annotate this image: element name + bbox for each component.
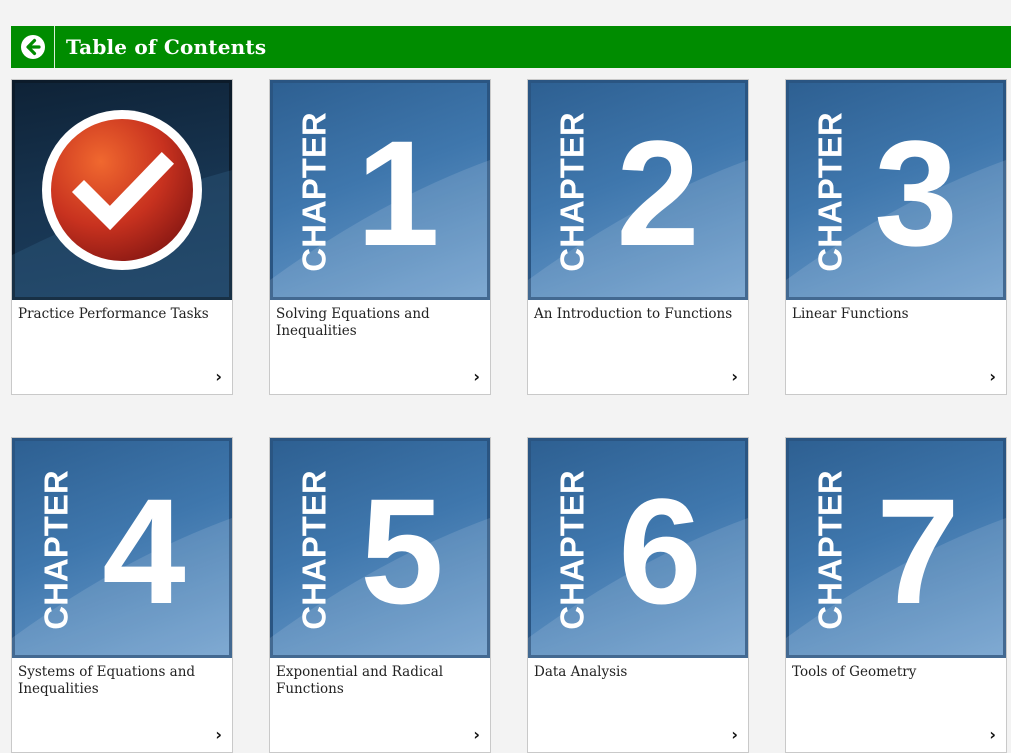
card-chapter-7[interactable]: CHAPTER 7 Tools of Geometry ›: [785, 437, 1007, 753]
card-title: Linear Functions: [792, 306, 909, 322]
chapter-label: CHAPTER: [812, 112, 849, 272]
card-title: Systems of Equations and Inequalities: [18, 664, 196, 697]
card-thumbnail: CHAPTER 2: [528, 80, 748, 300]
chapter-label: CHAPTER: [554, 112, 591, 272]
chapter-label: CHAPTER: [38, 470, 75, 630]
chapter-label: CHAPTER: [554, 470, 591, 630]
card-title: Data Analysis: [534, 664, 628, 680]
card-title: An Introduction to Functions: [534, 306, 733, 322]
card-title: Practice Performance Tasks: [18, 306, 209, 322]
chapter-number: 6: [618, 467, 701, 635]
chapter-grid: Practice Performance Tasks › CHAPTER 1 S…: [0, 0, 1011, 753]
card-chapter-2[interactable]: CHAPTER 2 An Introduction to Functions ›: [527, 79, 749, 395]
card-chapter-4[interactable]: CHAPTER 4 Systems of Equations and Inequ…: [11, 437, 233, 753]
checkmark-badge-icon: [12, 110, 232, 300]
chapter-label: CHAPTER: [296, 470, 333, 630]
chapter-label: CHAPTER: [812, 470, 849, 630]
chevron-right-icon: ›: [215, 367, 222, 386]
chevron-right-icon: ›: [989, 367, 996, 386]
chevron-right-icon: ›: [731, 367, 738, 386]
card-thumbnail: CHAPTER 1: [270, 80, 490, 300]
card-chapter-5[interactable]: CHAPTER 5 Exponential and Radical Functi…: [269, 437, 491, 753]
card-thumbnail: CHAPTER 5: [270, 438, 490, 658]
card-chapter-1[interactable]: CHAPTER 1 Solving Equations and Inequali…: [269, 79, 491, 395]
card-thumbnail: CHAPTER 4: [12, 438, 232, 658]
chapter-number: 3: [874, 109, 957, 277]
chapter-number: 5: [360, 467, 443, 635]
chevron-right-icon: ›: [215, 725, 222, 744]
chevron-right-icon: ›: [731, 725, 738, 744]
card-chapter-6[interactable]: CHAPTER 6 Data Analysis ›: [527, 437, 749, 753]
card-thumbnail: [12, 80, 232, 300]
card-practice-performance-tasks[interactable]: Practice Performance Tasks ›: [11, 79, 233, 395]
chevron-right-icon: ›: [989, 725, 996, 744]
card-title: Tools of Geometry: [792, 664, 917, 680]
card-title: Solving Equations and Inequalities: [276, 306, 430, 339]
card-title: Exponential and Radical Functions: [276, 664, 444, 697]
card-thumbnail: CHAPTER 7: [786, 438, 1006, 658]
card-thumbnail: CHAPTER 3: [786, 80, 1006, 300]
chapter-label: CHAPTER: [296, 112, 333, 272]
card-chapter-3[interactable]: CHAPTER 3 Linear Functions ›: [785, 79, 1007, 395]
chapter-number: 2: [616, 109, 699, 277]
chevron-right-icon: ›: [473, 725, 480, 744]
chapter-number: 1: [356, 109, 439, 277]
chapter-number: 4: [102, 467, 185, 635]
chevron-right-icon: ›: [473, 367, 480, 386]
card-thumbnail: CHAPTER 6: [528, 438, 748, 658]
chapter-number: 7: [876, 467, 959, 635]
